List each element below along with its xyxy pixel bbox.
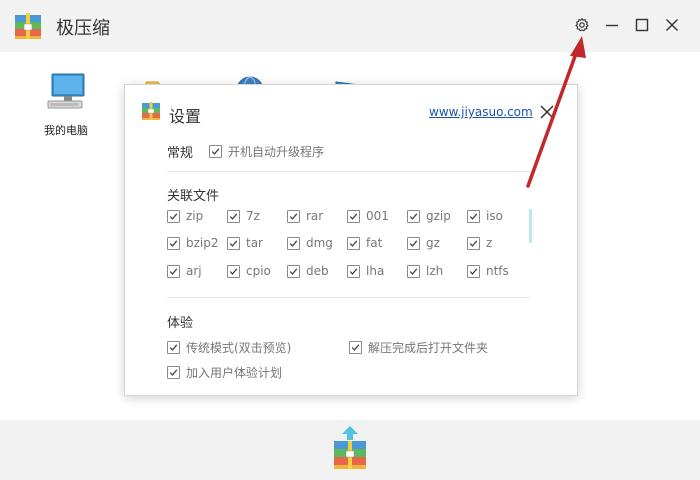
settings-dialog: 设置 www.jiyasuo.com 常规 关联文件 体验 开机自动升级程序 zi… (124, 84, 578, 396)
option-label: tar (246, 236, 263, 250)
option-checkbox[interactable]: lzh (407, 264, 443, 278)
option-checkbox[interactable]: 解压完成后打开文件夹 (349, 339, 488, 356)
checkbox-box[interactable] (227, 236, 240, 250)
computer-icon (47, 73, 85, 109)
footer-bar (0, 420, 700, 480)
section-general-title: 常规 (167, 146, 194, 161)
checkbox-box[interactable] (167, 341, 180, 354)
section-associations-title: 关联文件 (167, 189, 220, 204)
checkbox-box[interactable] (287, 209, 300, 223)
section-experience-title: 体验 (167, 316, 194, 331)
option-checkbox[interactable]: 开机自动升级程序 (209, 143, 324, 160)
option-label: cpio (246, 264, 271, 278)
divider (167, 171, 531, 172)
option-label: iso (486, 209, 503, 223)
app-logo-icon (15, 13, 41, 39)
option-checkbox[interactable]: zip (167, 209, 203, 223)
checkbox-box[interactable] (167, 366, 180, 379)
option-label: dmg (306, 236, 333, 250)
checkbox-box[interactable] (349, 341, 362, 354)
option-label: 开机自动升级程序 (228, 145, 325, 159)
checkbox-box[interactable] (167, 209, 180, 223)
website-link[interactable]: www.jiyasuo.com (429, 105, 533, 119)
checkbox-box[interactable] (467, 236, 480, 250)
close-icon (540, 105, 554, 119)
option-checkbox[interactable]: iso (467, 209, 503, 223)
option-checkbox[interactable]: 传统模式(双击预览) (167, 339, 291, 356)
gear-icon (575, 17, 589, 32)
checkbox-box[interactable] (227, 209, 240, 223)
settings-button[interactable] (571, 14, 593, 36)
checkbox-box[interactable] (467, 264, 480, 278)
maximize-button[interactable] (631, 14, 653, 36)
desktop-item-label: 我的电脑 (44, 124, 88, 137)
option-checkbox[interactable]: rar (287, 209, 323, 223)
desktop-item-my-computer[interactable]: 我的电脑 (36, 68, 96, 138)
checkbox-box[interactable] (287, 264, 300, 278)
checkbox-box[interactable] (347, 264, 360, 278)
title-bar: 极压缩 (0, 0, 700, 52)
option-label: z (486, 236, 493, 250)
scrollbar-thumb[interactable] (529, 209, 532, 243)
option-label: 加入用户体验计划 (186, 366, 283, 380)
option-label: gz (426, 236, 440, 250)
minimize-icon (606, 24, 618, 27)
option-label: 7z (246, 209, 260, 223)
checkbox-box[interactable] (407, 209, 420, 223)
checkbox-box[interactable] (347, 236, 360, 250)
checkbox-box[interactable] (167, 236, 180, 250)
checkbox-box[interactable] (347, 209, 360, 223)
option-checkbox[interactable]: gzip (407, 209, 451, 223)
checkbox-box[interactable] (167, 264, 180, 278)
option-label: arj (186, 264, 202, 278)
maximize-icon (635, 18, 649, 32)
option-label: 解压完成后打开文件夹 (368, 341, 489, 355)
option-label: lha (366, 264, 385, 278)
option-label: gzip (426, 209, 451, 223)
option-checkbox[interactable]: z (467, 236, 492, 250)
option-label: zip (186, 209, 204, 223)
option-checkbox[interactable]: 7z (227, 209, 260, 223)
option-checkbox[interactable]: 001 (347, 209, 389, 223)
option-checkbox[interactable]: fat (347, 236, 382, 250)
checkbox-box[interactable] (407, 236, 420, 250)
option-checkbox[interactable]: dmg (287, 236, 333, 250)
checkbox-box[interactable] (209, 145, 222, 158)
close-window-button[interactable] (661, 14, 683, 36)
option-label: 001 (366, 209, 389, 223)
option-label: 传统模式(双击预览) (186, 341, 292, 355)
dialog-title: 设置 (169, 107, 202, 126)
option-label: rar (306, 209, 324, 223)
option-checkbox[interactable]: arj (167, 264, 202, 278)
option-checkbox[interactable]: lha (347, 264, 384, 278)
minimize-button[interactable] (601, 14, 623, 36)
option-checkbox[interactable]: bzip2 (167, 236, 219, 250)
divider (167, 297, 531, 298)
checkbox-box[interactable] (227, 264, 240, 278)
option-label: bzip2 (186, 236, 219, 250)
option-label: ntfs (486, 264, 509, 278)
option-label: fat (366, 236, 383, 250)
dialog-close-button[interactable] (538, 103, 556, 121)
option-checkbox[interactable]: deb (287, 264, 329, 278)
option-checkbox[interactable]: gz (407, 236, 440, 250)
checkbox-box[interactable] (287, 236, 300, 250)
close-icon (666, 19, 678, 31)
app-title: 极压缩 (56, 18, 110, 39)
option-label: lzh (426, 264, 444, 278)
option-checkbox[interactable]: ntfs (467, 264, 509, 278)
option-checkbox[interactable]: cpio (227, 264, 271, 278)
option-checkbox[interactable]: tar (227, 236, 263, 250)
checkbox-box[interactable] (467, 209, 480, 223)
compress-logo-icon[interactable] (331, 426, 369, 472)
option-label: deb (306, 264, 329, 278)
option-checkbox[interactable]: 加入用户体验计划 (167, 364, 282, 381)
checkbox-box[interactable] (407, 264, 420, 278)
app-logo-icon (142, 102, 160, 120)
